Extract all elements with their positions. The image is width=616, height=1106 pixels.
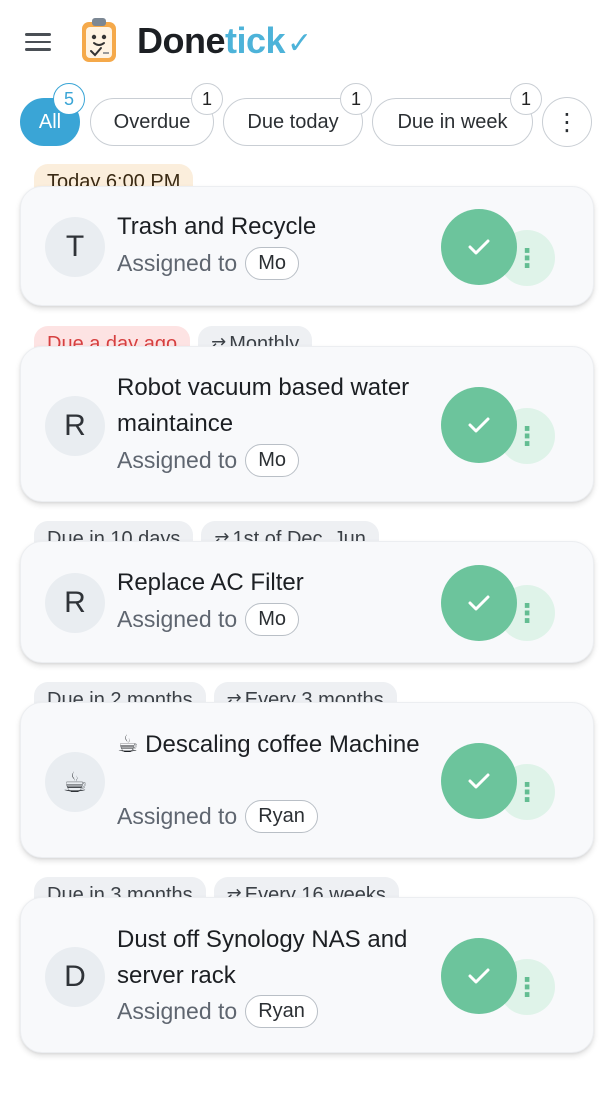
mark-done-button[interactable] (441, 938, 517, 1014)
mark-done-button[interactable] (441, 387, 517, 463)
task-avatar: T (45, 217, 105, 277)
filter-chip-due-in-week[interactable]: Due in week 1 (372, 83, 542, 146)
filter-count-badge: 1 (191, 83, 223, 115)
task-card[interactable]: ☕ ☕ Descaling coffee Machine Assigned to… (20, 702, 594, 858)
check-icon (468, 968, 490, 984)
task-title: Robot vacuum based water maintaince (117, 374, 410, 437)
filter-chip-overdue[interactable]: Overdue 1 (90, 83, 223, 146)
filter-count-badge: 5 (53, 83, 85, 115)
more-filters-button[interactable]: ⋮ (542, 97, 592, 147)
more-vertical-icon: ⋮ (514, 597, 540, 628)
more-vertical-icon: ⋮ (514, 242, 540, 273)
assignee-chip: Ryan (245, 995, 318, 1028)
filter-count-badge: 1 (340, 83, 372, 115)
mark-done-button[interactable] (441, 743, 517, 819)
task-assignment: Assigned to Mo (117, 444, 299, 477)
more-vertical-icon: ⋮ (514, 971, 540, 1002)
check-icon (468, 595, 490, 611)
app-brand: Donetick✓ (137, 20, 312, 65)
filter-label: All (38, 110, 62, 133)
filter-count-badge: 1 (510, 83, 542, 115)
menu-icon[interactable] (22, 26, 54, 58)
task-item: Due in 3 months ⇄ Every 16 weeks D Dust o… (20, 877, 594, 1055)
check-icon (468, 417, 490, 433)
assigned-label: Assigned to (117, 998, 238, 1024)
assigned-label: Assigned to (117, 803, 238, 829)
assigned-label: Assigned to (117, 606, 238, 632)
brand-text-dark: Done (137, 20, 226, 61)
task-avatar: R (45, 396, 105, 456)
task-avatar: ☕ (45, 752, 105, 812)
task-card[interactable]: R Replace AC Filter Assigned to Mo ⋮ (20, 541, 594, 663)
task-title: Replace AC Filter (117, 569, 304, 596)
task-card[interactable]: R Robot vacuum based water maintaince As… (20, 346, 594, 502)
assigned-label: Assigned to (117, 250, 238, 276)
check-icon (468, 773, 490, 789)
mark-done-button[interactable] (441, 209, 517, 285)
more-vertical-icon: ⋮ (514, 776, 540, 807)
filter-bar: All 5 Overdue 1 Due today 1 Due in week … (0, 80, 616, 152)
task-avatar: R (45, 573, 105, 633)
assignee-chip: Mo (245, 247, 299, 280)
more-vertical-icon: ⋮ (555, 108, 579, 136)
filter-chip-all[interactable]: All 5 (20, 83, 85, 146)
task-title: Dust off Synology NAS and server rack (117, 926, 408, 989)
assignee-chip: Mo (245, 603, 299, 636)
mark-done-button[interactable] (441, 565, 517, 641)
task-item: Today 6:00 PM T Trash and Recycle Assign… (20, 164, 594, 308)
task-assignment: Assigned to Ryan (117, 800, 318, 833)
task-title: ☕ Descaling coffee Machine (117, 731, 420, 758)
brand-text-light: tick (225, 20, 286, 61)
app-header: Donetick✓ (0, 0, 616, 84)
brand-check-icon: ✓ (287, 27, 312, 60)
task-card[interactable]: D Dust off Synology NAS and server rack … (20, 897, 594, 1053)
task-avatar: D (45, 947, 105, 1007)
filter-label: Due today (247, 110, 339, 133)
task-assignment: Assigned to Ryan (117, 995, 318, 1028)
task-assignment: Assigned to Mo (117, 603, 299, 636)
check-icon (468, 239, 490, 255)
task-item: Due a day ago ⇄ Monthly R Robot vacuum ba… (20, 326, 594, 504)
task-title: Trash and Recycle (117, 213, 317, 240)
filter-label: Due in week (397, 110, 508, 133)
filter-chip-due-today[interactable]: Due today 1 (223, 83, 372, 146)
more-vertical-icon: ⋮ (514, 420, 540, 451)
clipboard-logo-icon (82, 18, 116, 62)
assigned-label: Assigned to (117, 447, 238, 473)
task-assignment: Assigned to Mo (117, 247, 299, 280)
filter-label: Overdue (113, 110, 191, 133)
task-card[interactable]: T Trash and Recycle Assigned to Mo ⋮ (20, 186, 594, 306)
assignee-chip: Mo (245, 444, 299, 477)
task-item: Due in 10 days ⇄ 1st of Dec, Jun R Replac… (20, 521, 594, 665)
assignee-chip: Ryan (245, 800, 318, 833)
task-item: Due in 2 months ⇄ Every 3 months ☕ ☕ Desc… (20, 682, 594, 860)
